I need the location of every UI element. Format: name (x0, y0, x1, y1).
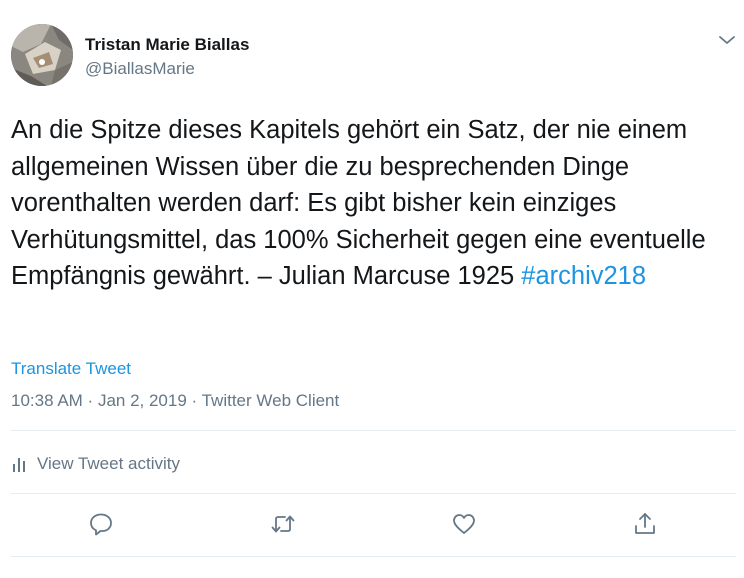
retweet-icon[interactable] (270, 511, 296, 537)
avatar[interactable] (11, 24, 73, 86)
view-tweet-activity-label: View Tweet activity (37, 454, 180, 473)
tweet-card: Tristan Marie Biallas @BiallasMarie An d… (0, 0, 744, 578)
divider (11, 556, 736, 557)
tweet-client[interactable]: Twitter Web Client (202, 391, 340, 410)
tweet-text: An die Spitze dieses Kapitels gehört ein… (11, 112, 736, 295)
hashtag-link[interactable]: #archiv218 (521, 262, 646, 290)
display-name[interactable]: Tristan Marie Biallas (85, 35, 249, 55)
meta-separator: · (82, 391, 98, 410)
tweet-date[interactable]: Jan 2, 2019 (98, 391, 187, 410)
tweet-time[interactable]: 10:38 AM (11, 391, 83, 410)
divider (11, 430, 736, 431)
divider (11, 493, 736, 494)
reply-icon[interactable] (88, 511, 114, 537)
meta-separator: · (186, 391, 202, 410)
user-handle[interactable]: @BiallasMarie (85, 59, 195, 79)
heart-icon[interactable] (451, 511, 477, 537)
share-icon[interactable] (632, 511, 658, 537)
avatar-image (11, 24, 73, 86)
translate-tweet-link[interactable]: Translate Tweet (11, 359, 131, 379)
tweet-metadata: 10:38 AM · Jan 2, 2019 · Twitter Web Cli… (11, 391, 339, 411)
bar-chart-icon (11, 455, 27, 473)
chevron-down-icon[interactable] (716, 31, 738, 49)
view-tweet-activity-button[interactable]: View Tweet activity (11, 451, 180, 477)
